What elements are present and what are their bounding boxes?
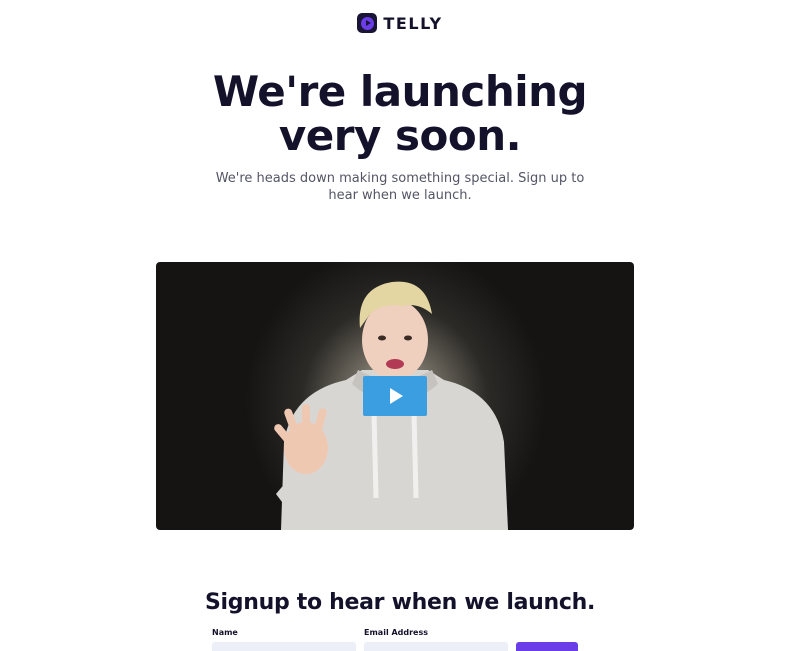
email-input[interactable] — [364, 642, 508, 651]
name-input[interactable] — [212, 642, 356, 651]
hero-title-line-1: We're launching — [212, 67, 588, 116]
hero-subtitle: We're heads down making something specia… — [215, 171, 585, 203]
hero-title-line-2: very soon. — [278, 111, 522, 160]
play-icon — [390, 388, 403, 404]
hero-title: We're launching very soon. — [0, 70, 800, 158]
brand-name: TELLY — [383, 13, 443, 33]
video-player[interactable] — [156, 262, 634, 530]
signup-title: Signup to hear when we launch. — [205, 590, 595, 615]
signup-submit-button[interactable] — [516, 642, 578, 651]
play-circle-icon — [357, 13, 378, 33]
email-label: Email Address — [364, 628, 429, 637]
brand-header: TELLY — [0, 13, 800, 33]
play-button[interactable] — [363, 376, 427, 416]
name-label: Name — [212, 628, 238, 637]
